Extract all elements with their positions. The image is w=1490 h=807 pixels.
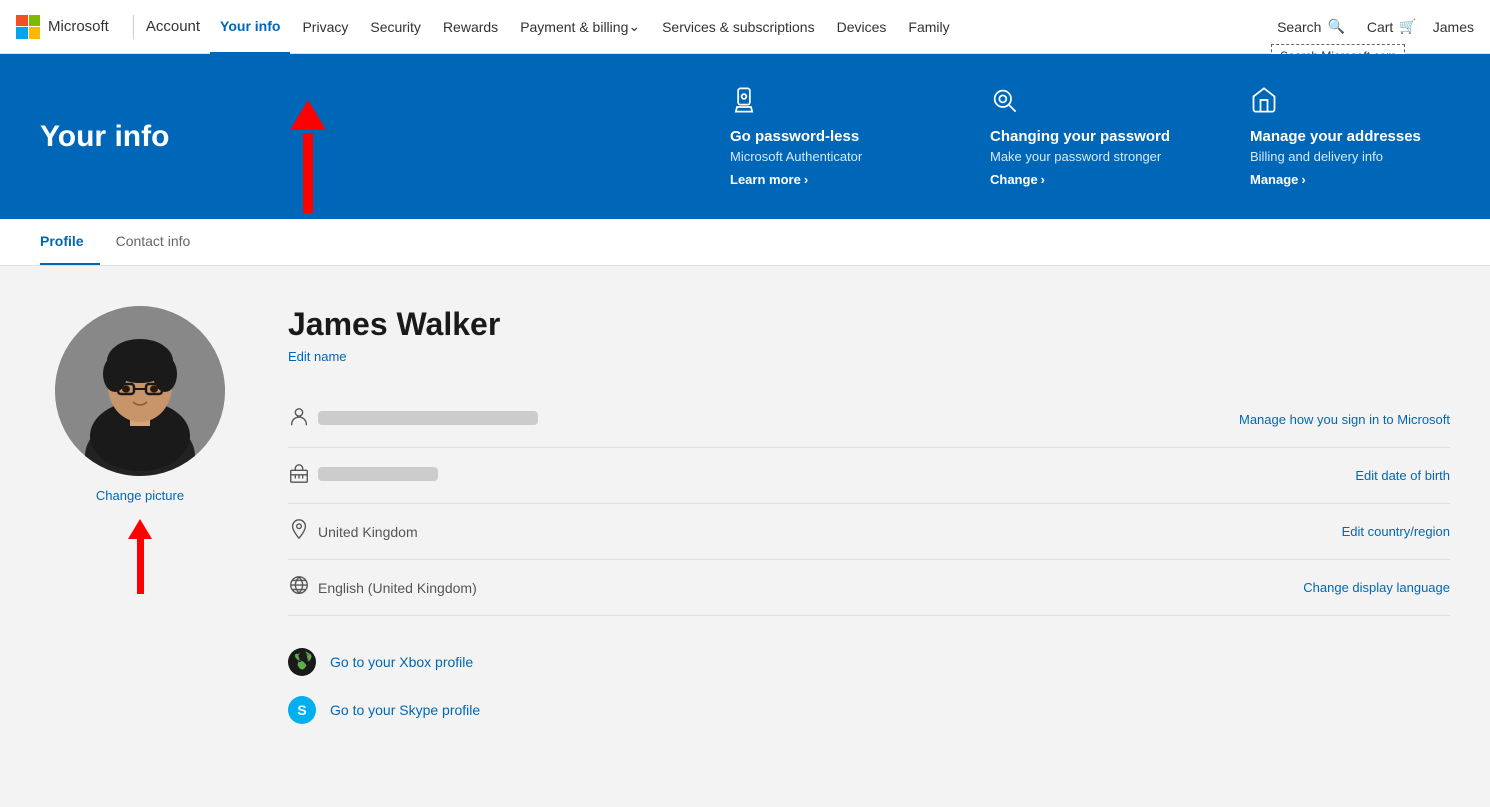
manage-signin-link[interactable]: Manage how you sign in to Microsoft bbox=[1239, 412, 1450, 427]
xbox-profile-link[interactable]: Go to your Xbox profile bbox=[330, 654, 473, 670]
passwordless-title: Go password-less bbox=[730, 128, 930, 145]
manage-addresses-link[interactable]: Manage › bbox=[1250, 172, 1450, 187]
tabs: Profile Contact info bbox=[0, 219, 1490, 266]
language-icon bbox=[288, 574, 318, 601]
signin-value bbox=[318, 411, 1239, 428]
edit-name-link[interactable]: Edit name bbox=[288, 349, 1450, 364]
banner-card-passwordless: Go password-less Microsoft Authenticator… bbox=[730, 86, 930, 187]
xbox-row: Go to your Xbox profile bbox=[288, 648, 1450, 676]
gaming-section: Go to your Xbox profile S Go to your Sky… bbox=[288, 648, 1450, 724]
info-row-birthday: Edit date of birth bbox=[288, 448, 1450, 504]
learn-more-link[interactable]: Learn more › bbox=[730, 172, 930, 187]
red-arrow-small bbox=[128, 519, 152, 594]
learn-more-label: Learn more bbox=[730, 172, 801, 187]
search-box: Search 🔍 Search Microsoft.com bbox=[1271, 14, 1351, 39]
cart-button[interactable]: Cart 🛒 bbox=[1367, 18, 1417, 35]
password-title: Changing your password bbox=[990, 128, 1190, 145]
chevron-down-icon: ⌄ bbox=[628, 18, 640, 35]
change-password-link[interactable]: Change › bbox=[990, 172, 1190, 187]
profile-right: James Walker Edit name Manage how you si… bbox=[288, 306, 1450, 726]
profile-name: James Walker bbox=[288, 306, 1450, 343]
learn-more-arrow: › bbox=[804, 172, 808, 187]
edit-country-link[interactable]: Edit country/region bbox=[1342, 524, 1450, 539]
change-picture-link[interactable]: Change picture bbox=[96, 488, 184, 503]
location-icon bbox=[288, 518, 318, 545]
red-arrow-banner bbox=[290, 100, 326, 213]
nav-devices[interactable]: Devices bbox=[827, 0, 897, 54]
blurred-birthday bbox=[318, 467, 438, 481]
topnav: Microsoft Account Your info Privacy Secu… bbox=[0, 0, 1490, 54]
person-icon bbox=[288, 406, 318, 433]
addresses-desc: Billing and delivery info bbox=[1250, 149, 1450, 164]
tab-profile[interactable]: Profile bbox=[40, 219, 100, 265]
birthday-value bbox=[318, 467, 1355, 484]
info-row-language: English (United Kingdom) Change display … bbox=[288, 560, 1450, 616]
manage-addresses-arrow: › bbox=[1301, 172, 1305, 187]
country-value: United Kingdom bbox=[318, 524, 1342, 540]
nav-payment[interactable]: Payment & billing ⌄ bbox=[510, 0, 650, 54]
cart-label: Cart bbox=[1367, 19, 1393, 35]
change-password-label: Change bbox=[990, 172, 1038, 187]
banner-cards: Go password-less Microsoft Authenticator… bbox=[730, 86, 1450, 187]
banner-title: Your info bbox=[40, 120, 169, 153]
profile-section: Change picture James Walker Edit name bbox=[0, 266, 1490, 766]
info-rows: Manage how you sign in to Microsoft Edit… bbox=[288, 392, 1450, 616]
user-name[interactable]: James bbox=[1433, 19, 1474, 35]
search-label: Search bbox=[1277, 19, 1321, 35]
cart-icon: 🛒 bbox=[1399, 18, 1416, 35]
nav-security[interactable]: Security bbox=[360, 0, 431, 54]
account-label: Account bbox=[146, 18, 200, 35]
addresses-icon bbox=[1250, 86, 1450, 120]
xbox-icon bbox=[288, 648, 316, 676]
nav-privacy[interactable]: Privacy bbox=[292, 0, 358, 54]
nav-your-info[interactable]: Your info bbox=[210, 0, 290, 54]
blurred-signin bbox=[318, 411, 538, 425]
password-desc: Make your password stronger bbox=[990, 149, 1190, 164]
profile-left: Change picture bbox=[40, 306, 240, 726]
topnav-right: Search 🔍 Search Microsoft.com Cart 🛒 Jam… bbox=[1271, 14, 1474, 39]
tab-contact-info[interactable]: Contact info bbox=[100, 219, 207, 265]
nav-family[interactable]: Family bbox=[898, 0, 959, 54]
info-row-country: United Kingdom Edit country/region bbox=[288, 504, 1450, 560]
search-button[interactable]: Search 🔍 bbox=[1271, 14, 1351, 39]
passwordless-desc: Microsoft Authenticator bbox=[730, 149, 930, 164]
avatar bbox=[55, 306, 225, 476]
language-value: English (United Kingdom) bbox=[318, 580, 1303, 596]
info-row-signin: Manage how you sign in to Microsoft bbox=[288, 392, 1450, 448]
nav-services[interactable]: Services & subscriptions bbox=[652, 0, 825, 54]
change-password-arrow: › bbox=[1041, 172, 1045, 187]
nav-divider bbox=[133, 15, 134, 39]
passwordless-icon bbox=[730, 86, 930, 120]
nav-links: Your info Privacy Security Rewards Payme… bbox=[210, 0, 960, 54]
password-icon bbox=[990, 86, 1190, 120]
skype-row: S Go to your Skype profile bbox=[288, 696, 1450, 724]
edit-birthday-link[interactable]: Edit date of birth bbox=[1355, 468, 1450, 483]
change-language-link[interactable]: Change display language bbox=[1303, 580, 1450, 595]
nav-rewards[interactable]: Rewards bbox=[433, 0, 508, 54]
microsoft-wordmark: Microsoft bbox=[48, 18, 109, 35]
microsoft-logo[interactable]: Microsoft bbox=[16, 15, 109, 39]
search-icon: 🔍 bbox=[1327, 18, 1344, 35]
skype-icon: S bbox=[288, 696, 316, 724]
manage-addresses-label: Manage bbox=[1250, 172, 1298, 187]
birthday-icon bbox=[288, 462, 318, 489]
banner-card-addresses: Manage your addresses Billing and delive… bbox=[1250, 86, 1450, 187]
addresses-title: Manage your addresses bbox=[1250, 128, 1450, 145]
skype-profile-link[interactable]: Go to your Skype profile bbox=[330, 702, 480, 718]
banner-card-password: Changing your password Make your passwor… bbox=[990, 86, 1190, 187]
banner: Your info Go password-less Microsoft Aut… bbox=[0, 54, 1490, 219]
svg-text:S: S bbox=[297, 702, 306, 718]
